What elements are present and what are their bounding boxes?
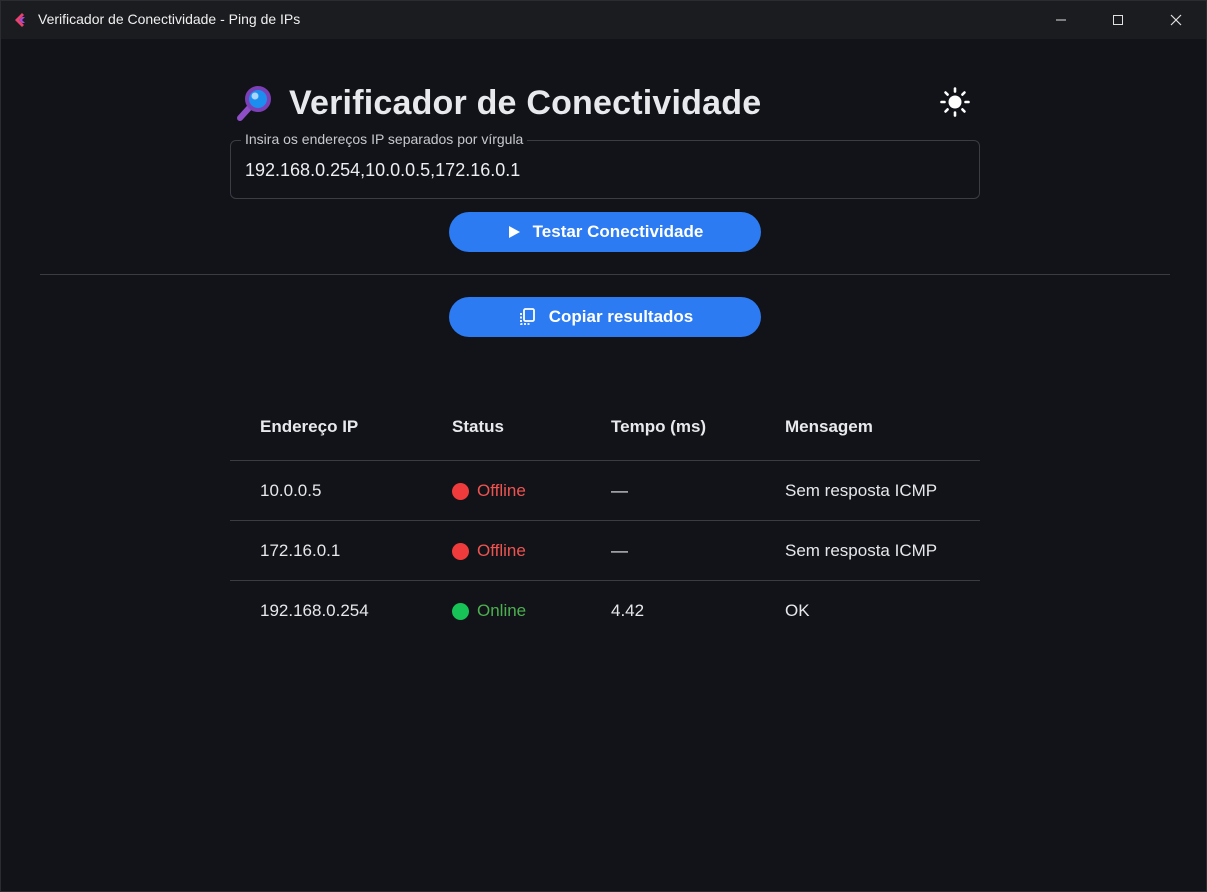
- column-header-message: Mensagem: [785, 417, 873, 436]
- cell-message: OK: [785, 601, 810, 620]
- cell-status: Online: [452, 601, 526, 621]
- test-connectivity-button[interactable]: Testar Conectividade: [449, 212, 761, 252]
- column-header-ip: Endereço IP: [260, 417, 359, 436]
- app-logo-icon: [15, 13, 25, 27]
- theme-toggle-button[interactable]: [937, 84, 973, 120]
- copy-results-button[interactable]: Copiar resultados: [449, 297, 761, 337]
- table-row: 172.16.0.1 Offline — Sem resposta ICMP: [230, 521, 980, 581]
- close-button[interactable]: [1153, 1, 1199, 39]
- minimize-icon: [1056, 19, 1066, 21]
- cell-status: Offline: [452, 541, 526, 561]
- table-row: 192.168.0.254 Online 4.42 OK: [230, 581, 980, 641]
- close-icon: [1170, 14, 1182, 26]
- ip-input-label: Insira os endereços IP separados por vír…: [241, 131, 528, 147]
- status-text: Online: [477, 601, 527, 620]
- window-title: Verificador de Conectividade - Ping de I…: [38, 11, 301, 27]
- ip-input-field: Insira os endereços IP separados por vír…: [230, 131, 980, 199]
- cell-status: Offline: [452, 481, 526, 501]
- status-text: Offline: [477, 481, 526, 500]
- cell-ip: 10.0.0.5: [260, 481, 322, 500]
- magnifier-icon: [237, 86, 271, 121]
- copy-icon: [519, 308, 535, 325]
- status-dot-icon: [452, 482, 469, 500]
- minimize-button[interactable]: [1038, 1, 1084, 39]
- results-table: Endereço IP Status Tempo (ms) Mensagem 1…: [230, 396, 980, 641]
- cell-message: Sem resposta ICMP: [785, 481, 938, 500]
- cell-time: —: [611, 481, 628, 500]
- cell-time: —: [611, 541, 628, 560]
- cell-message: Sem resposta ICMP: [785, 541, 938, 560]
- maximize-button[interactable]: [1095, 1, 1141, 39]
- divider: [40, 274, 1170, 275]
- maximize-icon: [1113, 15, 1123, 25]
- column-header-time: Tempo (ms): [611, 417, 707, 436]
- title-bar: Verificador de Conectividade - Ping de I…: [1, 1, 1206, 39]
- table-row: 10.0.0.5 Offline — Sem resposta ICMP: [230, 461, 980, 521]
- sun-icon: [940, 87, 970, 117]
- status-dot-icon: [452, 542, 469, 560]
- page-title: Verificador de Conectividade: [289, 84, 762, 122]
- cell-ip: 172.16.0.1: [260, 541, 341, 560]
- column-header-status: Status: [452, 417, 504, 436]
- app-window: Verificador de Conectividade - Ping de I…: [0, 0, 1207, 892]
- cell-time: 4.42: [611, 601, 645, 620]
- status-dot-icon: [452, 602, 469, 620]
- cell-ip: 192.168.0.254: [260, 601, 369, 620]
- copy-results-label: Copiar resultados: [548, 307, 694, 326]
- ip-input[interactable]: [245, 155, 965, 185]
- status-text: Offline: [477, 541, 526, 560]
- table-header: Endereço IP Status Tempo (ms) Mensagem: [230, 396, 980, 461]
- play-icon: [508, 226, 520, 238]
- test-connectivity-label: Testar Conectividade: [532, 222, 704, 241]
